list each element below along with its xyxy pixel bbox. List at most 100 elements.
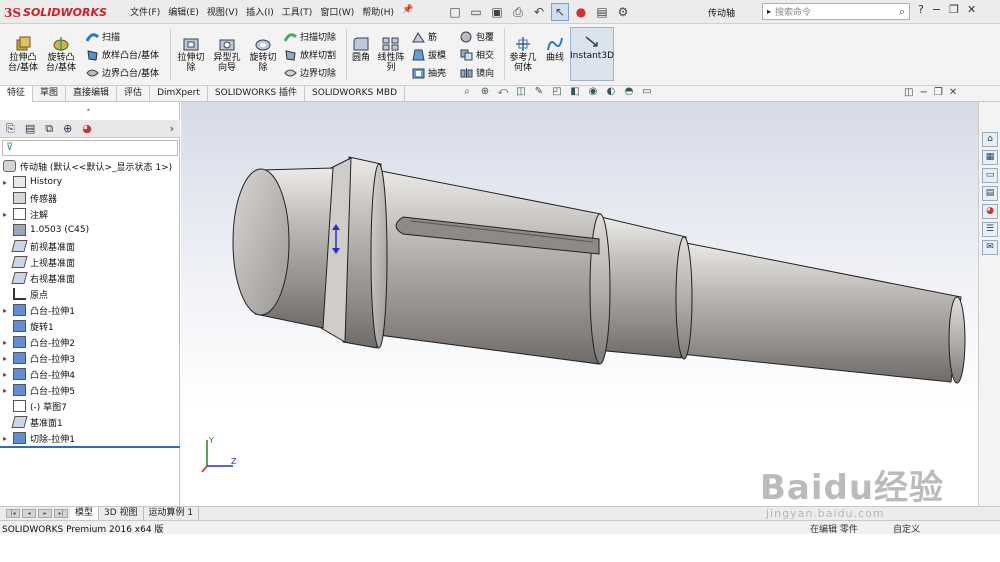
instant3d-button[interactable]: Instant3D [570, 27, 614, 81]
expand-arrow-icon[interactable]: ▸ [0, 178, 10, 187]
menu-tools[interactable]: 工具(T) [282, 5, 313, 18]
expand-arrow-icon[interactable]: ▸ [0, 338, 10, 347]
open-folder-icon[interactable]: ▭ [467, 3, 485, 21]
new-document-icon[interactable]: □ [446, 3, 464, 21]
zoom-to-area-icon[interactable]: ⊕ [478, 86, 492, 97]
tab-addins[interactable]: SOLIDWORKS 插件 [208, 86, 306, 102]
expand-arrow-icon[interactable]: ▸ [0, 370, 10, 379]
boundary-boss-button[interactable]: 边界凸台/基体 [86, 66, 159, 79]
first-tab-icon[interactable]: |◂ [6, 509, 20, 518]
panel-tabs-next-icon[interactable]: › [170, 122, 174, 135]
file-explorer-icon[interactable]: ▭ [982, 168, 998, 183]
view-orientation-icon[interactable]: ◰ [550, 86, 564, 97]
expand-arrow-icon[interactable]: ▸ [0, 306, 10, 315]
tree-item[interactable]: 传感器 [0, 190, 57, 206]
tree-root-part[interactable]: 传动轴 (默认<<默认>_显示状态 1>) [0, 158, 172, 174]
save-icon[interactable]: ▣ [488, 3, 506, 21]
expand-arrow-icon[interactable]: ▸ [0, 434, 10, 443]
tree-item[interactable]: (-) 草图7 [0, 398, 67, 414]
tree-item[interactable]: 上视基准面 [0, 254, 75, 270]
help-icon[interactable]: ? [918, 3, 924, 16]
print-icon[interactable]: ⎙ [509, 3, 527, 21]
hole-wizard-button[interactable]: 异型孔向导 [210, 36, 244, 73]
expand-panel-icon[interactable]: ◫ [904, 87, 913, 98]
menu-file[interactable]: 文件(F) [130, 5, 160, 18]
reference-geometry-button[interactable]: 参考几何体 [508, 36, 538, 73]
search-commands-input[interactable]: ▸ 搜索命令 ⌕ [762, 3, 910, 20]
menu-view[interactable]: 视图(V) [207, 5, 238, 18]
rollback-bar[interactable] [0, 446, 180, 448]
swept-cut-button[interactable]: 扫描切除 [284, 30, 336, 43]
display-manager-tab-icon[interactable]: ◕ [82, 122, 92, 135]
shaft-model[interactable] [181, 102, 978, 506]
appearances-icon[interactable]: ◕ [982, 204, 998, 219]
doc-close-icon[interactable]: ✕ [949, 87, 957, 98]
doc-restore-icon[interactable]: ❐ [934, 87, 943, 98]
tree-item[interactable]: ▸ 凸台-拉伸3 [0, 350, 75, 366]
tree-item[interactable]: ▸ 切除-拉伸1 [0, 430, 75, 446]
solidworks-resources-icon[interactable]: ⌂ [982, 132, 998, 147]
last-tab-icon[interactable]: ▸| [54, 509, 68, 518]
boundary-cut-button[interactable]: 边界切除 [284, 66, 336, 79]
tree-item[interactable]: ▸ History [0, 174, 62, 190]
tree-item[interactable]: 1.0503 (C45) [0, 222, 89, 238]
revolved-boss-button[interactable]: 旋转凸台/基体 [44, 36, 78, 73]
doc-minimize-icon[interactable]: − [919, 87, 927, 98]
extruded-boss-button[interactable]: 拉伸凸台/基体 [6, 36, 40, 73]
tab-dimxpert[interactable]: DimXpert [150, 86, 208, 102]
shell-button[interactable]: 抽壳 [412, 66, 446, 79]
tree-item[interactable]: ▸ 注解 [0, 206, 48, 222]
custom-properties-icon[interactable]: ☰ [982, 222, 998, 237]
expand-arrow-icon[interactable]: ▸ [0, 354, 10, 363]
tab-3d-views[interactable]: 3D 视图 [99, 507, 144, 520]
tab-features[interactable]: 特征 [0, 86, 34, 102]
configuration-manager-tab-icon[interactable]: ⧉ [45, 122, 53, 136]
menu-insert[interactable]: 插入(I) [246, 5, 274, 18]
previous-view-icon[interactable]: ⤺ [496, 86, 510, 97]
solidworks-logo[interactable]: 3S SOLIDWORKS [4, 4, 107, 21]
tree-item[interactable]: ▸ 凸台-拉伸5 [0, 382, 75, 398]
menu-window[interactable]: 窗口(W) [320, 5, 354, 18]
tree-filter-input[interactable]: ⊽ [2, 140, 178, 156]
curves-button[interactable]: 曲线 [542, 36, 568, 63]
file-properties-icon[interactable]: ▤ [593, 3, 611, 21]
pin-icon[interactable]: 📌 [402, 5, 413, 18]
tab-model[interactable]: 模型 [70, 507, 100, 520]
rib-button[interactable]: 筋 [412, 30, 437, 43]
dynamic-annotation-icon[interactable]: ✎ [532, 86, 546, 97]
minimize-icon[interactable]: − [932, 3, 941, 16]
linear-pattern-button[interactable]: 线性阵列 [376, 36, 406, 73]
mirror-button[interactable]: 镜向 [460, 66, 494, 79]
tab-evaluate[interactable]: 评估 [117, 86, 151, 102]
graphics-area[interactable]: Y Z [181, 102, 978, 506]
tree-item[interactable]: 原点 [0, 286, 48, 302]
lofted-cut-button[interactable]: 放样切割 [284, 48, 336, 61]
edit-appearance-icon[interactable]: ◐ [604, 86, 618, 97]
design-library-icon[interactable]: ▦ [982, 150, 998, 165]
tree-item[interactable]: ▸ 凸台-拉伸1 [0, 302, 75, 318]
fillet-button[interactable]: 圆角 [348, 36, 374, 63]
options-gear-icon[interactable]: ⚙ [614, 3, 632, 21]
feature-manager-tab-icon[interactable]: ⎘ [6, 122, 15, 136]
menu-help[interactable]: 帮助(H) [362, 5, 394, 18]
close-icon[interactable]: ✕ [967, 3, 976, 16]
section-view-icon[interactable]: ◫ [514, 86, 528, 97]
lofted-boss-button[interactable]: 放样凸台/基体 [86, 48, 159, 61]
apply-scene-icon[interactable]: ◓ [622, 86, 636, 97]
panel-grip-icon[interactable]: • [86, 106, 91, 115]
extruded-cut-button[interactable]: 拉伸切除 [174, 36, 208, 73]
tab-motion-study[interactable]: 运动算例 1 [144, 507, 200, 520]
expand-arrow-icon[interactable]: ▸ [0, 386, 10, 395]
revolved-cut-button[interactable]: 旋转切除 [246, 36, 280, 73]
tab-sketch[interactable]: 草图 [33, 86, 67, 102]
select-cursor-icon[interactable]: ↖ [551, 3, 569, 21]
forum-icon[interactable]: ✉ [982, 240, 998, 255]
view-palette-icon[interactable]: ▤ [982, 186, 998, 201]
rebuild-icon[interactable]: ● [572, 3, 590, 21]
search-icon[interactable]: ⌕ [899, 5, 905, 19]
tree-item[interactable]: ▸ 凸台-拉伸2 [0, 334, 75, 350]
menu-edit[interactable]: 编辑(E) [168, 5, 199, 18]
display-style-icon[interactable]: ◧ [568, 86, 582, 97]
intersect-button[interactable]: 相交 [460, 48, 494, 61]
zoom-to-fit-icon[interactable]: ⌕ [460, 86, 474, 97]
